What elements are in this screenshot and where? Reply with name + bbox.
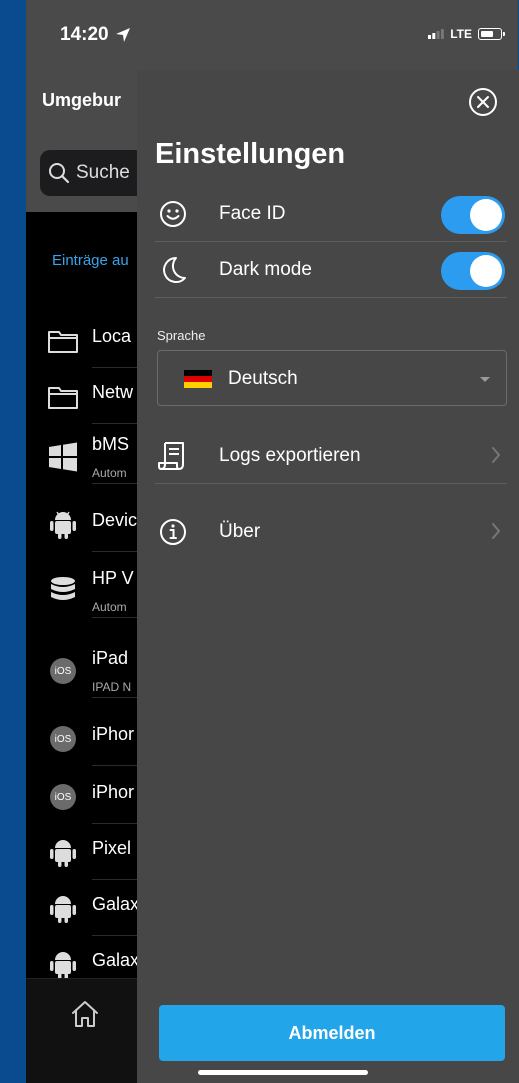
chevron-right-icon xyxy=(492,523,500,539)
language-label: Sprache xyxy=(157,328,206,343)
language-value: Deutsch xyxy=(228,368,298,389)
face-id-row: Face ID xyxy=(155,186,507,242)
battery-icon xyxy=(478,28,505,40)
export-logs-label: Logs exportieren xyxy=(219,445,361,466)
dropdown-caret-icon xyxy=(480,377,490,382)
ios-badge-icon: iOS xyxy=(50,658,76,684)
list-item-title: Loca xyxy=(92,326,132,346)
list-item-title: iPhor xyxy=(92,782,135,802)
smiley-face-icon xyxy=(160,201,186,227)
list-item-title: HP V xyxy=(92,568,134,588)
database-icon xyxy=(46,574,80,608)
settings-title: Einstellungen xyxy=(155,138,346,170)
list-item-title: Galax xyxy=(92,950,140,970)
list-item-title: Netw xyxy=(92,382,134,402)
dark-mode-label: Dark mode xyxy=(219,259,312,280)
android-icon xyxy=(46,508,80,542)
folder-icon xyxy=(46,380,80,414)
background-entries-link[interactable]: Einträge au xyxy=(52,252,129,269)
list-item-title: Devic xyxy=(92,510,138,530)
location-arrow-icon xyxy=(115,28,130,42)
export-logs-row[interactable]: Logs exportieren xyxy=(155,428,507,484)
chevron-right-icon xyxy=(492,447,500,463)
android-icon xyxy=(46,892,80,926)
list-item-subtitle: Autom xyxy=(92,600,127,614)
list-item-title: Pixel xyxy=(92,838,132,858)
search-icon xyxy=(49,163,70,184)
list-item-title: iPad xyxy=(92,648,129,668)
home-icon[interactable] xyxy=(70,999,100,1029)
background-page-title: Umgebur xyxy=(42,90,122,110)
dark-mode-toggle[interactable] xyxy=(441,252,505,290)
list-item-subtitle: IPAD N xyxy=(92,680,132,694)
settings-panel: Einstellungen Face ID Dark mode Sprache … xyxy=(137,70,519,1083)
dark-mode-row: Dark mode xyxy=(155,242,507,298)
home-indicator-bar xyxy=(198,1070,368,1075)
language-select[interactable]: Deutsch xyxy=(157,350,507,406)
status-bar: 14:20 LTE xyxy=(26,0,518,70)
search-placeholder: Suche xyxy=(76,162,130,183)
face-id-label: Face ID xyxy=(219,203,286,224)
list-item-title: Galax xyxy=(92,894,140,914)
list-item-title: bMS xyxy=(92,434,130,454)
face-id-toggle[interactable] xyxy=(441,196,505,234)
network-label: LTE xyxy=(450,27,472,41)
android-icon xyxy=(46,836,80,870)
close-icon[interactable] xyxy=(467,86,499,118)
ios-badge-icon: iOS xyxy=(50,784,76,810)
logout-button[interactable]: Abmelden xyxy=(159,1005,505,1061)
list-item-subtitle: Autom xyxy=(92,466,127,480)
list-item-title: iPhor xyxy=(92,724,135,744)
folder-icon xyxy=(46,324,80,358)
about-row[interactable]: Über xyxy=(155,504,507,560)
android-icon xyxy=(46,948,80,982)
signal-icon xyxy=(428,29,445,39)
about-label: Über xyxy=(219,521,261,542)
german-flag-icon xyxy=(184,370,212,388)
status-time: 14:20 xyxy=(60,24,109,45)
document-list-icon xyxy=(158,442,184,470)
windows-icon xyxy=(46,440,80,474)
moon-icon xyxy=(163,257,186,283)
info-icon xyxy=(160,519,186,545)
ios-badge-icon: iOS xyxy=(50,726,76,752)
